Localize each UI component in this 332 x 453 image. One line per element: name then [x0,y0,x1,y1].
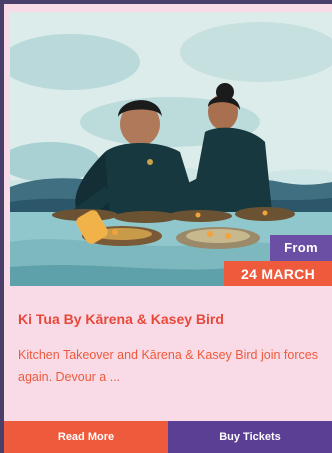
event-card: From 24 MARCH Ki Tua By Kārena & Kasey B… [4,4,332,453]
event-image[interactable]: From 24 MARCH [10,12,332,286]
date-prefix-badge: From [270,235,332,261]
event-date-badge: 24 MARCH [224,261,332,286]
event-description: Kitchen Takeover and Kārena & Kasey Bird… [18,348,318,384]
event-title[interactable]: Ki Tua By Kārena & Kasey Bird [18,310,318,328]
card-actions: Read More Buy Tickets [4,421,332,453]
read-more-button[interactable]: Read More [4,421,168,453]
buy-tickets-button[interactable]: Buy Tickets [168,421,332,453]
